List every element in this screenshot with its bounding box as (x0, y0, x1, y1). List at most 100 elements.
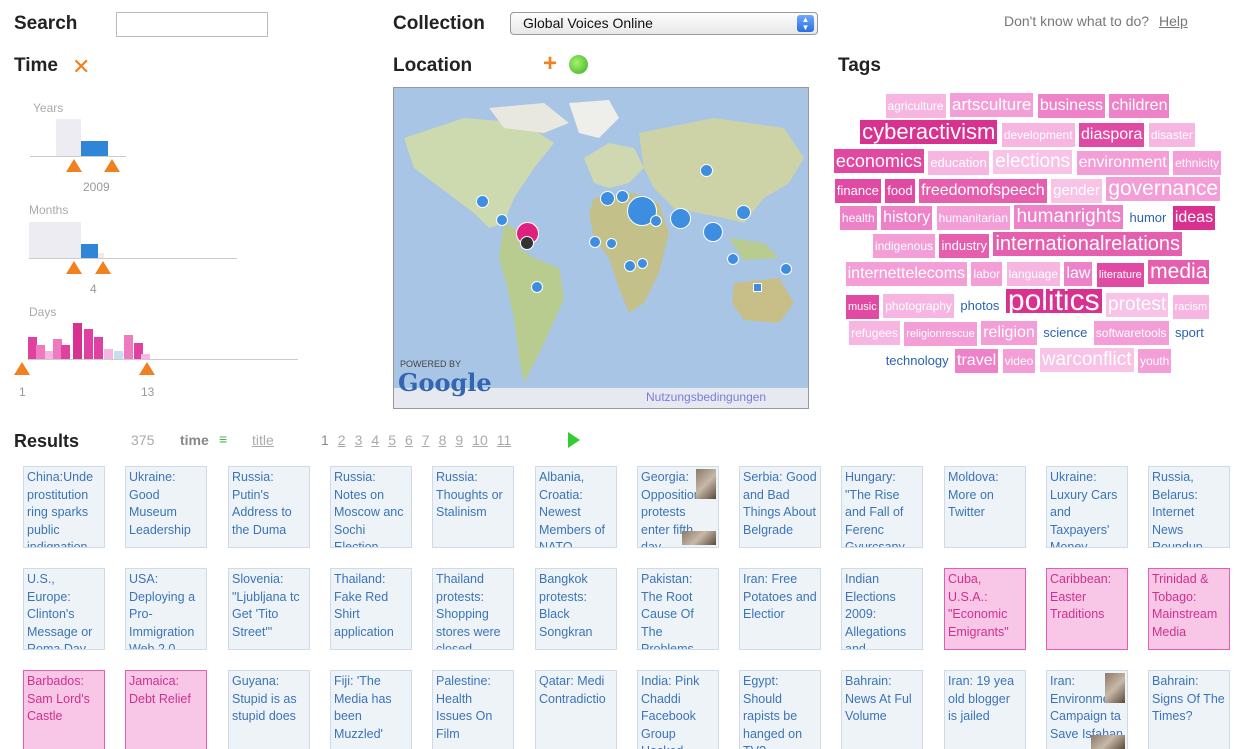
tag-labor[interactable]: labor (971, 262, 1003, 286)
months-end-handle[interactable] (95, 261, 111, 274)
tag-food[interactable]: food (885, 179, 915, 203)
tag-industry[interactable]: industry (939, 234, 990, 258)
page-8[interactable]: 8 (439, 432, 447, 448)
result-card[interactable]: Russia: Putin's Address to the Duma (228, 466, 310, 548)
result-card[interactable]: Ukraine: Luxury Cars and Taxpayers' Mone… (1046, 466, 1128, 548)
tag-development[interactable]: development (1001, 123, 1075, 147)
tag-photography[interactable]: photography (883, 294, 954, 318)
tag-diaspora[interactable]: diaspora (1079, 123, 1145, 147)
tag-travel[interactable]: travel (955, 349, 999, 373)
result-card[interactable]: Russia, Belarus: Internet News Roundup (1148, 466, 1230, 548)
page-5[interactable]: 5 (388, 432, 396, 448)
tag-religionrescue[interactable]: religionrescue (904, 322, 977, 346)
page-4[interactable]: 4 (371, 432, 379, 448)
result-card[interactable]: Trinidad & Tobago: Mainstream Media (1148, 568, 1230, 650)
result-card[interactable]: Iran: Environmen Campaign ta Save Isfaha… (1046, 670, 1128, 749)
result-card[interactable]: Egypt: Should rapists be hanged on TV? (739, 670, 821, 749)
page-6[interactable]: 6 (405, 432, 413, 448)
map-marker[interactable] (616, 190, 629, 203)
tag-ideas[interactable]: ideas (1172, 206, 1216, 230)
map-marker[interactable] (496, 214, 508, 226)
tag-artsculture[interactable]: artsculture (950, 93, 1034, 117)
result-card[interactable]: Thailand: Fake Red Shirt application (330, 568, 412, 650)
clear-time-icon[interactable]: ✕ (72, 54, 90, 80)
tag-economics[interactable]: economics (833, 149, 924, 173)
tag-religion[interactable]: religion (981, 321, 1037, 345)
map-marker[interactable] (606, 238, 617, 249)
tag-warconflict[interactable]: warconflict (1039, 348, 1134, 372)
tag-finance[interactable]: finance (834, 179, 881, 203)
map-marker[interactable] (670, 208, 691, 229)
terms-link[interactable]: Nutzungsbedingungen (646, 390, 766, 404)
tag-protest[interactable]: protest (1106, 293, 1169, 317)
tag-racism[interactable]: racism (1172, 295, 1209, 319)
tag-media[interactable]: media (1148, 260, 1210, 284)
tag-science[interactable]: science (1041, 321, 1089, 345)
help-link[interactable]: Help (1159, 13, 1188, 29)
tag-freedomofspeech[interactable]: freedomofspeech (919, 179, 1047, 203)
tag-elections[interactable]: elections (993, 150, 1073, 174)
tag-education[interactable]: education (928, 151, 989, 175)
tag-refugees[interactable]: refugees (849, 321, 900, 345)
tag-governance[interactable]: governance (1106, 177, 1221, 201)
search-input[interactable] (116, 12, 268, 37)
tag-literature[interactable]: literature (1096, 263, 1144, 287)
tag-cyberactivism[interactable]: cyberactivism (860, 120, 998, 144)
map-marker[interactable] (703, 222, 723, 242)
days-end-handle[interactable] (139, 362, 155, 375)
days-start-handle[interactable] (14, 362, 30, 375)
tag-disaster[interactable]: disaster (1148, 123, 1195, 147)
tag-ethnicity[interactable]: ethnicity (1173, 151, 1222, 175)
tag-law[interactable]: law (1064, 262, 1093, 286)
page-11[interactable]: 11 (497, 432, 512, 448)
add-location-icon[interactable]: + (543, 52, 557, 76)
result-card[interactable]: Bahrain: News At Ful Volume (841, 670, 923, 749)
tag-children[interactable]: children (1109, 94, 1170, 118)
result-card[interactable]: Cuba, U.S.A.: "Economic Emigrants" (944, 568, 1026, 650)
result-card[interactable]: Hungary: "The Rise and Fall of Ferenc Gy… (841, 466, 923, 548)
page-10[interactable]: 10 (472, 432, 488, 448)
tag-internationalrelations[interactable]: internationalrelations (993, 232, 1183, 256)
map-marker[interactable] (700, 164, 713, 177)
tag-humanrights[interactable]: humanrights (1014, 205, 1124, 229)
result-card[interactable]: Iran: Free Potatoes and Electior (739, 568, 821, 650)
tag-business[interactable]: business (1037, 94, 1105, 118)
map-marker[interactable] (589, 236, 601, 248)
map-marker[interactable] (637, 258, 648, 269)
map-marker[interactable] (753, 283, 762, 292)
sort-by-time[interactable]: time (180, 432, 209, 448)
tag-sport[interactable]: sport (1173, 321, 1206, 345)
result-card[interactable]: Qatar: Medi Contradictio (535, 670, 617, 749)
result-card[interactable]: Albania, Croatia: Newest Members of NATO (535, 466, 617, 548)
map-marker[interactable] (600, 191, 615, 206)
tag-humor[interactable]: humor (1128, 206, 1169, 230)
result-card[interactable]: India: Pink Chaddi Facebook Group Hacked (637, 670, 719, 749)
sort-by-title[interactable]: title (252, 432, 274, 448)
result-card[interactable]: Caribbean: Easter Traditions (1046, 568, 1128, 650)
map-marker[interactable] (780, 263, 792, 275)
result-card[interactable]: Guyana: Stupid is as stupid does (228, 670, 310, 749)
map-marker[interactable] (736, 205, 751, 220)
tag-internettelecoms[interactable]: internettelecoms (845, 262, 968, 286)
result-card[interactable]: Indian Elections 2009: Allegations and (841, 568, 923, 650)
result-card[interactable]: Ukraine: Good Museum Leadership (125, 466, 207, 548)
tag-technology[interactable]: technology (884, 349, 951, 373)
result-card[interactable]: USA: Deploying a Pro-Immigration Web 2.0 (125, 568, 207, 650)
page-3[interactable]: 3 (355, 432, 363, 448)
result-card[interactable]: Iran: 19 yea old blogger is jailed (944, 670, 1026, 749)
tag-politics[interactable]: politics (1005, 286, 1102, 316)
tag-agriculture[interactable]: agriculture (885, 94, 946, 118)
result-card[interactable]: Jamaica: Debt Relief (125, 670, 207, 749)
page-9[interactable]: 9 (455, 432, 463, 448)
tag-video[interactable]: video (1002, 349, 1036, 373)
tag-youth[interactable]: youth (1137, 349, 1172, 373)
years-start-handle[interactable] (66, 159, 82, 172)
tag-gender[interactable]: gender (1051, 179, 1102, 203)
years-end-handle[interactable] (104, 159, 120, 172)
tag-photos[interactable]: photos (958, 294, 1001, 318)
tag-humanitarian[interactable]: humanitarian (936, 206, 1011, 230)
collection-select[interactable]: Global Voices Online ▲ ▼ (510, 12, 818, 35)
globe-icon[interactable] (569, 55, 588, 74)
map-marker[interactable] (476, 195, 489, 208)
map-marker[interactable] (531, 281, 543, 293)
